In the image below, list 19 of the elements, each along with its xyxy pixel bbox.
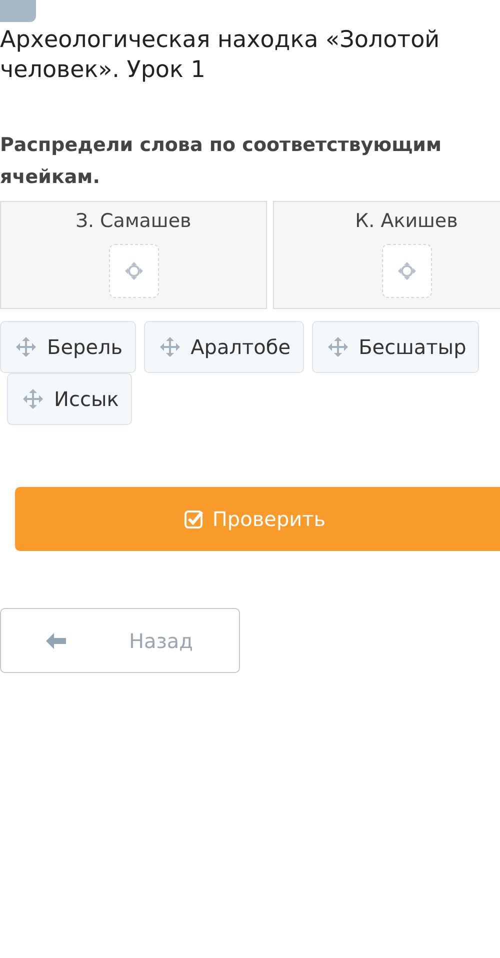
move-icon <box>326 336 349 358</box>
move-icon <box>158 336 181 358</box>
lesson-title: Археологическая находка «Золотой человек». Урок 1 <box>0 26 441 85</box>
column-heading: К. Акишев <box>355 210 458 232</box>
crosshair-icon <box>124 262 142 280</box>
move-icon <box>15 336 37 358</box>
drop-slot[interactable] <box>108 244 158 298</box>
checkbox-icon <box>184 509 204 529</box>
drop-slot[interactable] <box>382 244 432 298</box>
move-icon <box>22 388 44 410</box>
crosshair-icon <box>398 262 416 280</box>
arrow-left-icon <box>45 632 67 650</box>
word-chip[interactable]: Аралтобе <box>144 321 304 373</box>
column-heading: З. Самашев <box>76 210 192 232</box>
task-instruction: Распредели слова по соответствующим ячейкам. <box>0 133 442 190</box>
menu-tab[interactable] <box>0 0 36 22</box>
word-chip[interactable]: Бесшатыр <box>312 321 480 373</box>
word-chip[interactable]: Иссык <box>7 373 132 425</box>
word-chip[interactable]: Берель <box>0 321 136 373</box>
